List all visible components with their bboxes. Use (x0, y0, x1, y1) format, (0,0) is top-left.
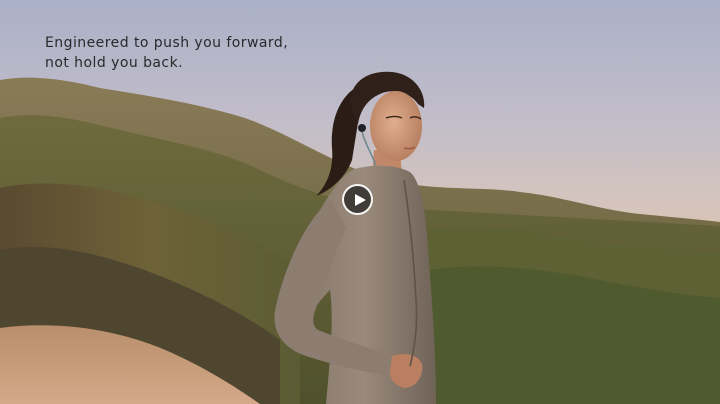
caption-line-1: Engineered to push you forward, (45, 35, 289, 51)
video-caption: Engineered to push you forward, not hold… (45, 34, 288, 73)
caption-line-2: not hold you back. (45, 54, 184, 71)
video-player[interactable]: Engineered to push you forward, not hold… (0, 0, 720, 404)
play-button[interactable] (342, 184, 373, 215)
